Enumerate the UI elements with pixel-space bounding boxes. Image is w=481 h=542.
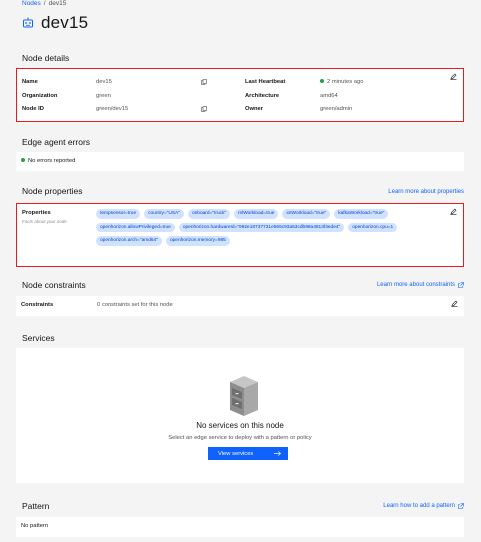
- breadcrumb-current: dev15: [48, 0, 67, 7]
- node-details-title: Node details: [22, 53, 70, 63]
- copy-icon[interactable]: [201, 106, 207, 112]
- name-value: dev15: [96, 79, 112, 85]
- node-properties-title: Node properties: [22, 186, 83, 196]
- arrow-right-icon: [274, 451, 281, 456]
- pattern-card: No pattern: [16, 517, 464, 537]
- constraints-label: Constraints: [21, 302, 54, 308]
- learn-more-properties-link[interactable]: Learn more about properties: [388, 189, 464, 195]
- properties-subtitle: Facts about your node: [22, 219, 67, 224]
- property-tag: openhorizon.hardwareId="992e18737731e565…: [178, 222, 345, 232]
- copy-icon[interactable]: [201, 79, 207, 85]
- property-tag: mlWorkload=true: [234, 209, 279, 219]
- organization-label: Organization: [22, 93, 58, 99]
- page-title: dev15: [41, 13, 89, 32]
- node-constraints-card: Constraints 0 constraints set for this n…: [16, 296, 464, 316]
- node-icon: [23, 17, 33, 28]
- property-tag: iotWorkload="true": [282, 209, 331, 219]
- view-services-button[interactable]: View services: [208, 447, 288, 460]
- learn-add-pattern-link[interactable]: Learn how to add a pattern: [383, 503, 464, 509]
- owner-label: Owner: [245, 106, 264, 112]
- server-cabinet-illustration: [230, 376, 258, 416]
- external-link-icon: [458, 503, 464, 509]
- breadcrumb-separator: /: [43, 0, 46, 7]
- page-header: dev15: [22, 13, 88, 33]
- edit-icon[interactable]: [451, 300, 458, 307]
- properties-tag-list: tempsensor=true country="USA" onboard="tru…: [96, 209, 436, 246]
- edit-icon[interactable]: [450, 208, 457, 215]
- architecture-label: Architecture: [245, 93, 280, 99]
- services-title: Services: [22, 333, 55, 343]
- constraints-value: 0 constraints set for this node: [97, 302, 173, 308]
- property-tag: openhorizon.allowPrivileged=true: [96, 222, 175, 232]
- property-tag: kafkaWorkload="true": [334, 209, 389, 219]
- property-tag: openhorizon.memory=985: [165, 236, 230, 246]
- edit-icon[interactable]: [450, 73, 457, 80]
- property-tag: country="USA": [144, 209, 184, 219]
- properties-label: Properties: [22, 210, 51, 216]
- edge-errors-card: No errors reported: [16, 152, 464, 171]
- property-tag: openhorizon.arch="amd64": [96, 236, 162, 246]
- last-heartbeat-label: Last Heartbeat: [245, 79, 286, 85]
- node-details-card: Name dev15 Organization green Node ID gr…: [16, 68, 464, 122]
- node-id-label: Node ID: [22, 106, 44, 112]
- node-constraints-title: Node constraints: [22, 280, 86, 290]
- property-tag: tempsensor=true: [96, 209, 141, 219]
- empty-state-subtitle: Select an edge service to deploy with a …: [168, 435, 312, 441]
- view-services-label: View services: [218, 450, 254, 457]
- learn-add-pattern-label: Learn how to add a pattern: [383, 503, 455, 509]
- last-heartbeat-value: 2 minutes ago: [320, 79, 363, 85]
- pattern-title: Pattern: [22, 501, 50, 511]
- pattern-value: No pattern: [21, 523, 49, 529]
- name-label: Name: [22, 79, 38, 85]
- status-dot-icon: [21, 158, 25, 163]
- empty-state-title: No services on this node: [196, 421, 284, 430]
- learn-more-constraints-label: Learn more about constraints: [376, 282, 455, 288]
- services-card: No services on this node Select an edge …: [16, 348, 464, 483]
- breadcrumb-nodes-link[interactable]: Nodes: [22, 0, 41, 7]
- property-tag: openhorizon.cpu=1: [348, 222, 398, 232]
- property-tag: onboard="truck": [187, 209, 231, 219]
- status-dot-icon: [320, 79, 324, 84]
- architecture-value: amd64: [320, 93, 338, 99]
- owner-value: green/admin: [320, 106, 353, 112]
- node-properties-card: Properties Facts about your node tempsen…: [16, 203, 464, 267]
- learn-more-constraints-link[interactable]: Learn more about constraints: [377, 282, 464, 288]
- node-id-value: green/dev15: [96, 106, 129, 112]
- no-errors-message: No errors reported: [21, 158, 75, 164]
- external-link-icon: [458, 282, 464, 288]
- edge-agent-errors-title: Edge agent errors: [22, 137, 91, 147]
- organization-value: green: [96, 93, 111, 99]
- breadcrumb: Nodes / dev15: [22, 0, 66, 7]
